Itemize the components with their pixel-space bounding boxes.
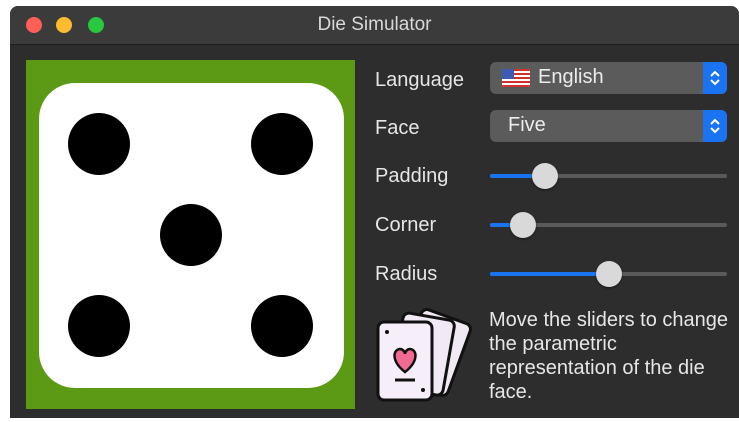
corner-slider[interactable]	[490, 212, 727, 238]
chevron-up-down-icon	[710, 70, 720, 86]
radius-slider-fill	[490, 272, 609, 276]
app-window: Die Simulator Language English Face Five…	[10, 6, 739, 418]
pip-bottom-left	[68, 295, 130, 357]
padding-slider-knob[interactable]	[531, 163, 558, 189]
corner-slider-knob[interactable]	[510, 212, 537, 238]
die-face	[39, 83, 344, 388]
radius-slider-knob[interactable]	[595, 261, 622, 287]
face-select-stepper[interactable]	[703, 110, 727, 142]
face-label: Face	[375, 117, 420, 139]
pip-bottom-right	[251, 295, 313, 357]
chevron-up-down-icon	[710, 118, 720, 134]
us-flag-icon	[502, 69, 530, 87]
title-bar: Die Simulator	[10, 6, 739, 45]
face-select[interactable]: Five	[490, 110, 727, 142]
instructions-text: Move the sliders to change the parametri…	[489, 309, 729, 403]
pip-top-left	[68, 113, 130, 175]
radius-slider[interactable]	[490, 261, 727, 287]
die-canvas	[26, 60, 355, 409]
face-select-value: Five	[508, 114, 546, 136]
playing-cards-icon	[372, 300, 472, 415]
language-label: Language	[375, 69, 464, 91]
padding-slider[interactable]	[490, 163, 727, 189]
language-select-stepper[interactable]	[703, 62, 727, 94]
pip-top-right	[251, 113, 313, 175]
language-select-value: English	[538, 66, 604, 88]
padding-label: Padding	[375, 165, 449, 187]
corner-label: Corner	[375, 214, 437, 236]
radius-label: Radius	[375, 263, 438, 285]
window-title: Die Simulator	[317, 14, 432, 35]
language-select[interactable]: English	[490, 62, 727, 94]
pip-center	[160, 204, 222, 266]
